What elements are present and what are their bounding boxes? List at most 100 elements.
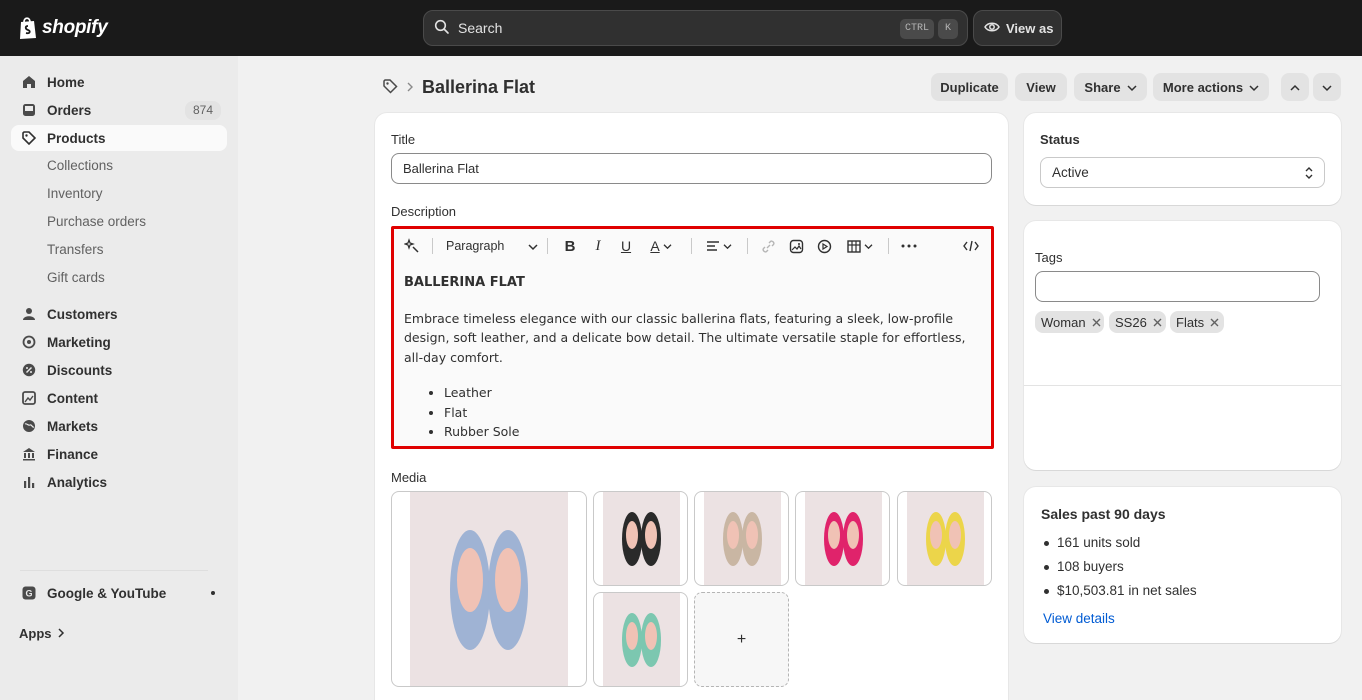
sidebar-item-orders[interactable]: Orders 874 [11,97,227,123]
insert-table-icon[interactable] [844,236,876,256]
sidebar-label-orders: Orders [47,102,92,118]
sidebar-item-content[interactable]: Content [11,385,227,411]
sidebar-item-home[interactable]: Home [11,69,227,95]
bold-icon[interactable]: B [560,236,580,256]
card-divider [1024,385,1341,386]
search-bar[interactable]: Search CTRL K [423,10,968,46]
search-icon [434,19,450,38]
description-bullets: Leather Flat Rubber Sole [444,383,984,442]
duplicate-button[interactable]: Duplicate [931,73,1008,101]
sidebar-item-finance[interactable]: Finance [11,441,227,467]
sales-title: Sales past 90 days [1041,506,1166,522]
toolbar-separator [888,238,889,254]
sidebar-divider [20,570,208,571]
tags-input[interactable] [1035,271,1320,302]
view-label: View [1026,79,1056,95]
sidebar-label-content: Content [47,390,98,406]
list-item: Rubber Sole [444,422,984,442]
sidebar-label-home: Home [47,74,85,90]
editor-content[interactable]: BALLERINA FLAT Embrace timeless elegance… [404,273,984,442]
sidebar-item-transfers[interactable]: Transfers [47,240,104,260]
google-icon: G [21,585,37,601]
chevron-up-icon [1290,80,1300,95]
shortcut-ctrl: CTRL [900,19,934,39]
next-product-button[interactable] [1313,73,1341,101]
bank-icon [21,446,37,462]
media-thumbnail-pink[interactable] [795,491,890,586]
more-actions-button[interactable]: More actions [1153,73,1269,101]
magic-sparkle-icon[interactable] [402,236,422,256]
sidebar-item-purchase-orders[interactable]: Purchase orders [47,212,146,232]
chevron-down-icon [1249,80,1259,95]
link-icon[interactable] [758,236,778,256]
shopify-logo[interactable]: shopify [18,14,108,42]
sidebar-item-customers[interactable]: Customers [11,301,227,327]
view-as-label: View as [1006,20,1054,36]
insert-video-icon[interactable] [814,236,834,256]
organization-card [1024,221,1341,470]
paragraph-format-select[interactable]: Paragraph [446,236,538,256]
sidebar-item-discounts[interactable]: Discounts [11,357,227,383]
sales-net-sales: $10,503.81 in net sales [1044,583,1197,598]
sidebar-item-products[interactable]: Products [11,125,227,151]
orders-count-badge: 874 [184,101,221,120]
title-input[interactable]: Ballerina Flat [391,153,992,184]
view-button[interactable]: View [1015,73,1067,101]
underline-icon[interactable]: U [616,236,636,256]
top-bar: shopify Search CTRL K View as [0,0,1362,56]
search-placeholder: Search [458,20,503,36]
share-button[interactable]: Share [1074,73,1147,101]
media-thumbnail-black[interactable] [593,491,688,586]
bar-chart-icon [21,474,37,490]
shoe-photo-blue [410,492,568,686]
chevron-right-icon [57,626,65,641]
previous-product-button[interactable] [1281,73,1309,101]
sidebar-label-marketing: Marketing [47,334,111,350]
shoe-photo-yellow [907,492,984,585]
chevron-down-icon [1127,80,1137,95]
more-options-icon[interactable] [899,236,919,256]
sidebar-item-markets[interactable]: Markets [11,413,227,439]
page-title: Ballerina Flat [422,76,536,97]
remove-tag-icon[interactable] [1092,315,1101,330]
remove-tag-icon[interactable] [1210,315,1219,330]
title-label: Title [391,132,416,147]
chevron-down-icon [528,239,538,254]
description-editor[interactable]: Paragraph B I U A BALLERINA FLAT Embrace… [391,226,994,449]
add-media-label: + [736,630,747,648]
sidebar-item-google-youtube[interactable]: G Google & YouTube [11,580,227,606]
duplicate-label: Duplicate [940,79,999,95]
text-color-icon[interactable]: A [646,236,676,256]
align-icon[interactable] [704,236,734,256]
media-thumbnail-mint[interactable] [593,592,688,687]
media-thumbnail-beige[interactable] [694,491,789,586]
sidebar-item-marketing[interactable]: Marketing [11,329,227,355]
share-label: Share [1084,79,1121,95]
sidebar-item-gift-cards[interactable]: Gift cards [47,268,105,288]
tag-chip: SS26 [1109,311,1166,333]
breadcrumb: Ballerina Flat [382,75,535,99]
toolbar-separator [432,238,433,254]
status-select[interactable]: Active [1040,157,1325,188]
sidebar-label-products: Products [47,130,106,146]
remove-tag-icon[interactable] [1153,315,1162,330]
italic-icon[interactable]: I [588,236,608,256]
list-item: Flat [444,403,984,423]
media-thumbnail-yellow[interactable] [897,491,992,586]
code-view-icon[interactable] [961,236,981,256]
inbox-icon [21,102,37,118]
media-main-image[interactable] [391,491,587,687]
toolbar-separator [547,238,548,254]
sidebar-item-analytics[interactable]: Analytics [11,469,227,495]
sales-buyers: 108 buyers [1044,559,1124,574]
view-as-button[interactable]: View as [973,10,1062,46]
sidebar-label-analytics: Analytics [47,474,108,490]
sidebar-item-inventory[interactable]: Inventory [47,184,103,204]
product-tag-icon[interactable] [382,78,398,97]
sidebar-apps[interactable]: Apps [19,626,65,641]
list-item: Leather [444,383,984,403]
view-details-link[interactable]: View details [1043,611,1115,626]
add-media-button[interactable]: + [694,592,789,687]
sidebar-item-collections[interactable]: Collections [47,156,113,176]
insert-image-icon[interactable] [786,236,806,256]
